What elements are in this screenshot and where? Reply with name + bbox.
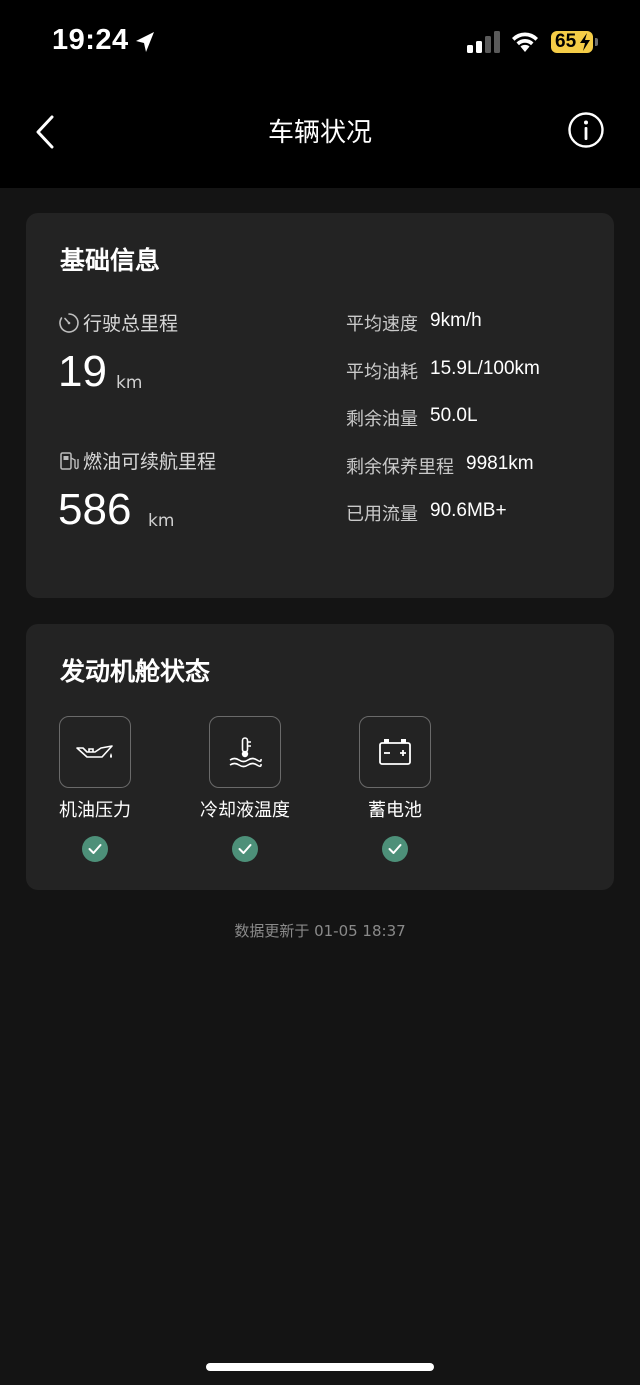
stat-value: 15.9L/100km: [430, 358, 540, 379]
odometer-label-text: 行驶总里程: [83, 313, 179, 335]
check-icon: [232, 836, 258, 862]
basic-info-title: 基础信息: [60, 246, 161, 275]
check-icon: [82, 836, 108, 862]
odometer-label: 行驶总里程: [58, 309, 178, 336]
odometer-value: 19: [58, 347, 107, 396]
engine-item-label: 冷却液温度: [200, 800, 290, 821]
cellular-signal-icon: [467, 31, 500, 53]
wifi-icon: [512, 32, 538, 52]
status-bar: 19:24 65: [0, 0, 640, 90]
stat-row-avg-speed: 平均速度 9km/h: [346, 310, 482, 336]
battery-cap: [595, 38, 598, 46]
battery-icon: [379, 739, 411, 765]
coolant-temperature-icon: [229, 737, 262, 768]
last-updated-text: 数据更新于 01-05 18:37: [234, 922, 406, 940]
stat-key: 平均油耗: [346, 362, 418, 383]
location-arrow-icon: [136, 32, 154, 52]
stat-row-maintenance: 剩余保养里程 9981km: [346, 453, 534, 479]
oil-can-icon: [76, 745, 113, 758]
odometer-icon: [59, 312, 79, 333]
engine-icon-box: [59, 716, 131, 788]
engine-status-title: 发动机舱状态: [60, 657, 211, 686]
engine-item-battery[interactable]: 蓄电池: [325, 716, 465, 862]
engine-item-oil-pressure[interactable]: 机油压力: [25, 716, 165, 862]
stat-row-fuel-left: 剩余油量 50.0L: [346, 405, 478, 431]
engine-icon-box: [209, 716, 281, 788]
check-icon: [382, 836, 408, 862]
stat-key: 已用流量: [346, 504, 418, 525]
page-title: 车辆状况: [267, 118, 372, 148]
status-time: 19:24: [52, 24, 129, 56]
fuel-range-label-text: 燃油可续航里程: [83, 451, 217, 473]
engine-item-coolant[interactable]: 冷却液温度: [175, 716, 315, 862]
stat-value: 90.6MB+: [430, 500, 507, 521]
charging-bolt-icon: [580, 33, 590, 51]
stat-row-avg-fuel: 平均油耗 15.9L/100km: [346, 358, 540, 384]
stat-value: 9981km: [466, 453, 534, 474]
engine-status-card: 发动机舱状态 机油压力 冷却液温度 蓄电池: [26, 624, 614, 890]
engine-item-label: 机油压力: [59, 800, 131, 821]
stat-row-data-usage: 已用流量 90.6MB+: [346, 500, 507, 526]
stat-value: 9km/h: [430, 310, 482, 331]
stat-key: 剩余油量: [346, 409, 418, 430]
fuel-range-value: 586: [58, 485, 132, 534]
engine-icon-box: [359, 716, 431, 788]
odometer-unit: km: [116, 373, 143, 393]
home-indicator[interactable]: [206, 1363, 434, 1371]
info-circle-icon[interactable]: [567, 111, 605, 149]
battery-indicator: 65: [551, 31, 593, 53]
battery-level: 65: [555, 31, 577, 52]
basic-info-card: 基础信息 行驶总里程 19 km 燃油可续航里程 586 km 平均速度 9km…: [26, 213, 614, 598]
stat-key: 剩余保养里程: [346, 457, 454, 478]
fuel-pump-icon: [60, 451, 79, 470]
engine-item-label: 蓄电池: [368, 800, 422, 821]
nav-bar: 车辆状况: [0, 90, 640, 188]
stat-key: 平均速度: [346, 314, 418, 335]
stat-value: 50.0L: [430, 405, 478, 426]
fuel-range-label: 燃油可续航里程: [58, 447, 216, 474]
fuel-range-unit: km: [148, 511, 175, 531]
